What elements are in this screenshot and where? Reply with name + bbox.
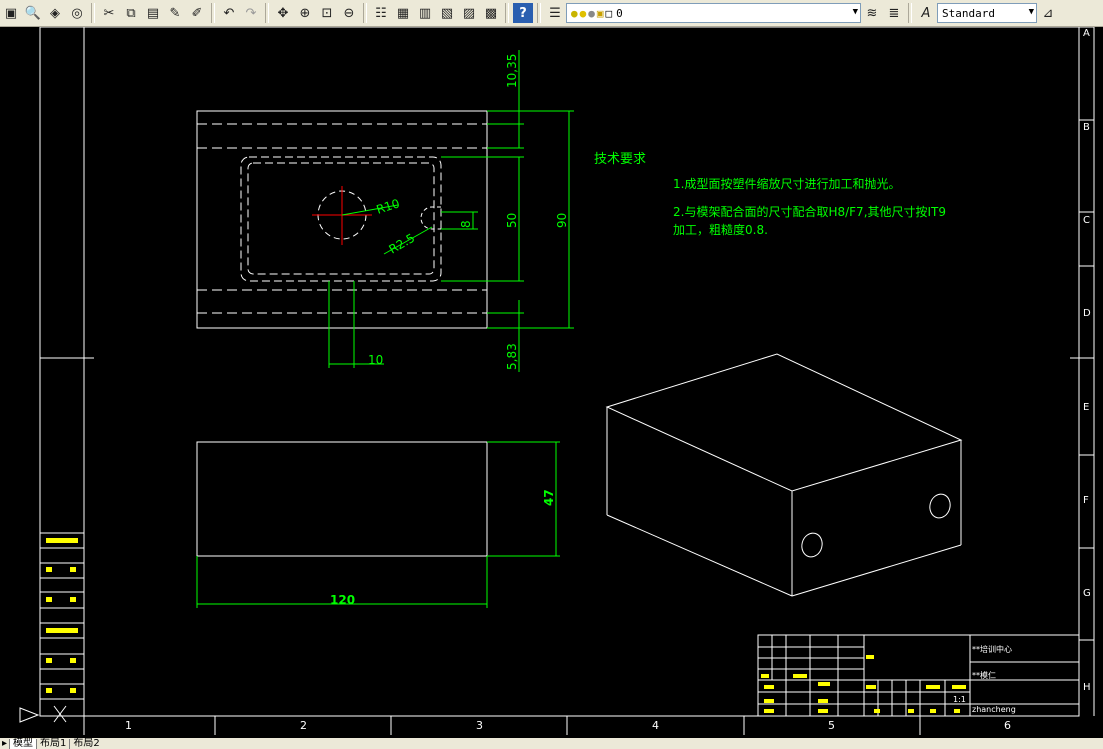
top-view-dim-lines (328, 50, 574, 372)
zone-number: 1 (125, 719, 132, 732)
separator (505, 3, 509, 23)
block-editor-icon[interactable]: ✐ (187, 3, 207, 23)
layer-name: 0 (616, 6, 623, 20)
color-swatch-icon: □ (605, 6, 613, 20)
zone-letter: H (1083, 682, 1091, 693)
title-block-scale: 1:1 (953, 695, 966, 704)
zoom-realtime-icon[interactable]: ⊕ (295, 3, 315, 23)
lock-icon: ▣ (596, 6, 604, 20)
separator (908, 3, 912, 23)
undo-icon[interactable]: ↶ (219, 3, 239, 23)
lightbulb-icon: ● (571, 6, 578, 20)
freeze-icon: ● (588, 6, 595, 20)
zone-number: 4 (652, 719, 659, 732)
zoom-previous-icon[interactable]: ⊖ (339, 3, 359, 23)
zone-letter: E (1083, 402, 1089, 413)
title-block-user: zhancheng (972, 705, 1016, 714)
tool-palettes-icon[interactable]: ▥ (415, 3, 435, 23)
center-mark (312, 186, 372, 245)
redo-icon[interactable]: ↷ (241, 3, 261, 23)
globe-icon[interactable]: ◎ (67, 3, 87, 23)
separator (91, 3, 95, 23)
paste-icon[interactable]: ▤ (143, 3, 163, 23)
zone-number: 6 (1004, 719, 1011, 732)
chevron-down-icon[interactable]: ▼ (1029, 7, 1034, 17)
separator (537, 3, 541, 23)
markup-icon[interactable]: ▨ (459, 3, 479, 23)
front-view-dim-text: 47 120 (330, 489, 556, 607)
zone-letter: A (1083, 28, 1090, 39)
isometric-view (605, 353, 963, 597)
open-icon[interactable]: ▣ (1, 3, 21, 23)
zone-letter: G (1083, 588, 1091, 599)
layer-previous-icon[interactable]: ≣ (884, 3, 904, 23)
design-center-icon[interactable]: ▦ (393, 3, 413, 23)
layer-manager-icon[interactable]: ☰ (545, 3, 565, 23)
dim-overall-height: 90 (555, 213, 569, 228)
publish-icon[interactable]: ◈ (45, 3, 65, 23)
cut-icon[interactable]: ✂ (99, 3, 119, 23)
dim-top-gap: 10,35 (505, 54, 519, 88)
title-block-part: **模仁 (972, 670, 996, 680)
pan-icon[interactable]: ✥ (273, 3, 293, 23)
dim-cavity-height: 50 (505, 213, 519, 228)
front-view-dim-lines (196, 441, 560, 608)
separator (211, 3, 215, 23)
make-layer-current-icon[interactable]: ≋ (862, 3, 882, 23)
dim-slot-depth: 8 (459, 220, 473, 228)
copy-icon[interactable]: ⧉ (121, 3, 141, 23)
front-view (196, 441, 488, 557)
sheet-set-icon[interactable]: ▧ (437, 3, 457, 23)
tab-layout1[interactable]: 布局1 (36, 739, 69, 749)
drawing-canvas[interactable]: A B C D E F G H 1 2 3 4 5 6 10,35 50 90 … (0, 27, 1103, 738)
dim-style-icon[interactable]: ⊿ (1038, 3, 1058, 23)
zoom-window-icon[interactable]: ⊡ (317, 3, 337, 23)
zone-letter: B (1083, 122, 1090, 133)
match-properties-icon[interactable]: ✎ (165, 3, 185, 23)
dim-bottom-gap: 5,83 (505, 343, 519, 370)
zone-number: 5 (828, 719, 835, 732)
zone-numbers: 1 2 3 4 5 6 (125, 719, 1011, 732)
dim-length: 120 (330, 593, 355, 607)
zone-number: 3 (476, 719, 483, 732)
tab-nav-icon[interactable]: ▸ (0, 739, 9, 749)
tab-layout2[interactable]: 布局2 (69, 739, 102, 749)
print-preview-icon[interactable]: 🔍 (23, 3, 43, 23)
text-style-icon[interactable]: A (916, 3, 936, 23)
dim-radius-hole: R10 (375, 196, 402, 217)
text-style-name: Standard (942, 6, 995, 20)
left-signature-strip (39, 532, 85, 700)
drawing-frame (39, 27, 1095, 735)
dim-thickness: 47 (542, 489, 556, 506)
separator (265, 3, 269, 23)
tech-req-line2a: 2.与模架配合面的尺寸配合取H8/F7,其他尺寸按IT9 (673, 204, 946, 219)
tech-req-title: 技术要求 (594, 152, 646, 167)
calculator-icon[interactable]: ▩ (481, 3, 501, 23)
zone-letters: A B C D E F G H (1083, 28, 1091, 693)
technical-requirements: 技术要求 1.成型面按塑件缩放尺寸进行加工和抛光。 2.与模架配合面的尺寸配合取… (594, 152, 946, 237)
help-icon[interactable]: ? (513, 3, 533, 23)
dim-radius-corner: R2.5 (387, 231, 418, 257)
layer-dropdown[interactable]: ● ● ● ▣ □ 0 ▼ (566, 3, 861, 23)
standard-toolbar: ▣ 🔍 ◈ ◎ ✂ ⧉ ▤ ✎ ✐ ↶ ↷ ✥ ⊕ ⊡ ⊖ ☷ ▦ ▥ ▧ ▨ … (0, 0, 1103, 27)
layout-tabs: ▸ 模型 布局1 布局2 (0, 738, 1103, 749)
dim-slot-width: 10 (368, 353, 383, 367)
separator (363, 3, 367, 23)
sun-icon: ● (579, 6, 587, 20)
left-strip-marks (46, 538, 78, 693)
title-block-org: **培训中心 (972, 644, 1012, 654)
properties-icon[interactable]: ☷ (371, 3, 391, 23)
tech-req-line1: 1.成型面按塑件缩放尺寸进行加工和抛光。 (673, 176, 900, 191)
tab-model[interactable]: 模型 (9, 739, 37, 749)
tech-req-line2b: 加工，粗糙度0.8. (673, 222, 768, 237)
chevron-down-icon[interactable]: ▼ (853, 7, 858, 17)
ucs-icon (19, 705, 67, 723)
text-style-dropdown[interactable]: Standard ▼ (937, 3, 1037, 23)
zone-letter: C (1083, 215, 1090, 226)
zone-number: 2 (300, 719, 307, 732)
zone-letter: F (1083, 495, 1089, 506)
zone-letter: D (1083, 308, 1091, 319)
